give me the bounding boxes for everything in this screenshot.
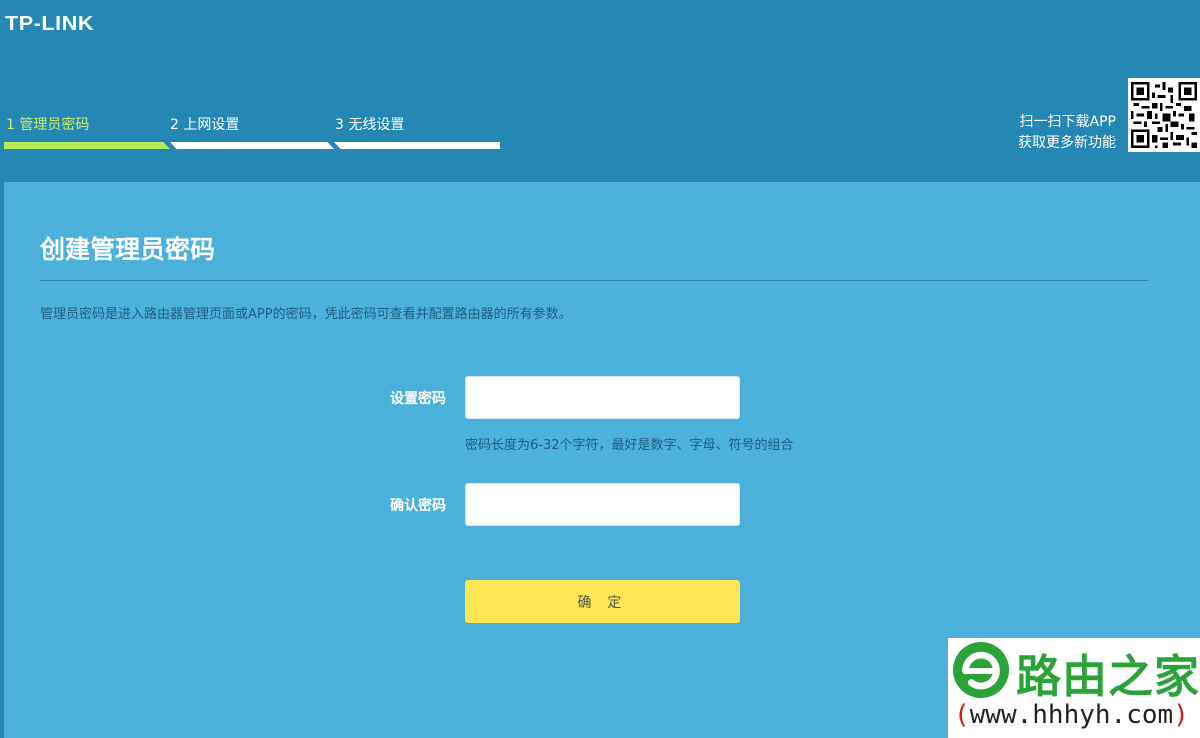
- step-progress-bar-3: [334, 142, 500, 149]
- step-progress-bar-1: [4, 142, 170, 149]
- confirm-password-label: 确认密码: [390, 498, 446, 514]
- header: TP-LINK 1 管理员密码 2 上网设置 3 无线设置 扫一扫下载APP 获…: [0, 0, 1200, 182]
- app-download-promo: 扫一扫下载APP 获取更多新功能: [1018, 112, 1116, 154]
- step-internet-settings: 2 上网设置: [170, 117, 240, 133]
- watermark-brand: 路由之家: [1016, 650, 1200, 703]
- watermark: 路由之家 (www.hhhyh.com): [948, 638, 1200, 738]
- setup-steps: 1 管理员密码 2 上网设置 3 无线设置: [0, 114, 520, 154]
- password-hint: 密码长度为6-32个字符，最好是数字、字母、符号的组合: [465, 438, 794, 453]
- set-password-label: 设置密码: [390, 391, 446, 407]
- watermark-url: (www.hhhyh.com): [954, 700, 1189, 730]
- app-promo-line1: 扫一扫下载APP: [1019, 114, 1116, 130]
- router-home-logo-icon: [952, 641, 1010, 699]
- step-wireless-settings: 3 无线设置: [335, 117, 405, 133]
- step-admin-password: 1 管理员密码: [6, 117, 90, 133]
- page-title: 创建管理员密码: [40, 235, 216, 264]
- watermark-url-open: (: [954, 700, 970, 730]
- app-promo-line2: 获取更多新功能: [1018, 135, 1116, 151]
- step-progress-bar-2: [170, 142, 334, 149]
- watermark-url-text: www.hhhyh.com: [969, 700, 1174, 730]
- confirm-button[interactable]: 确 定: [465, 580, 740, 623]
- set-password-input[interactable]: [465, 376, 740, 419]
- watermark-url-close: ): [1173, 700, 1189, 730]
- qr-code-icon: [1128, 78, 1200, 152]
- confirm-password-input[interactable]: [465, 483, 740, 526]
- page-description: 管理员密码是进入路由器管理页面或APP的密码，凭此密码可查看并配置路由器的所有参…: [40, 307, 572, 322]
- title-divider: [40, 280, 1148, 281]
- tp-link-logo: TP-LINK: [5, 13, 94, 35]
